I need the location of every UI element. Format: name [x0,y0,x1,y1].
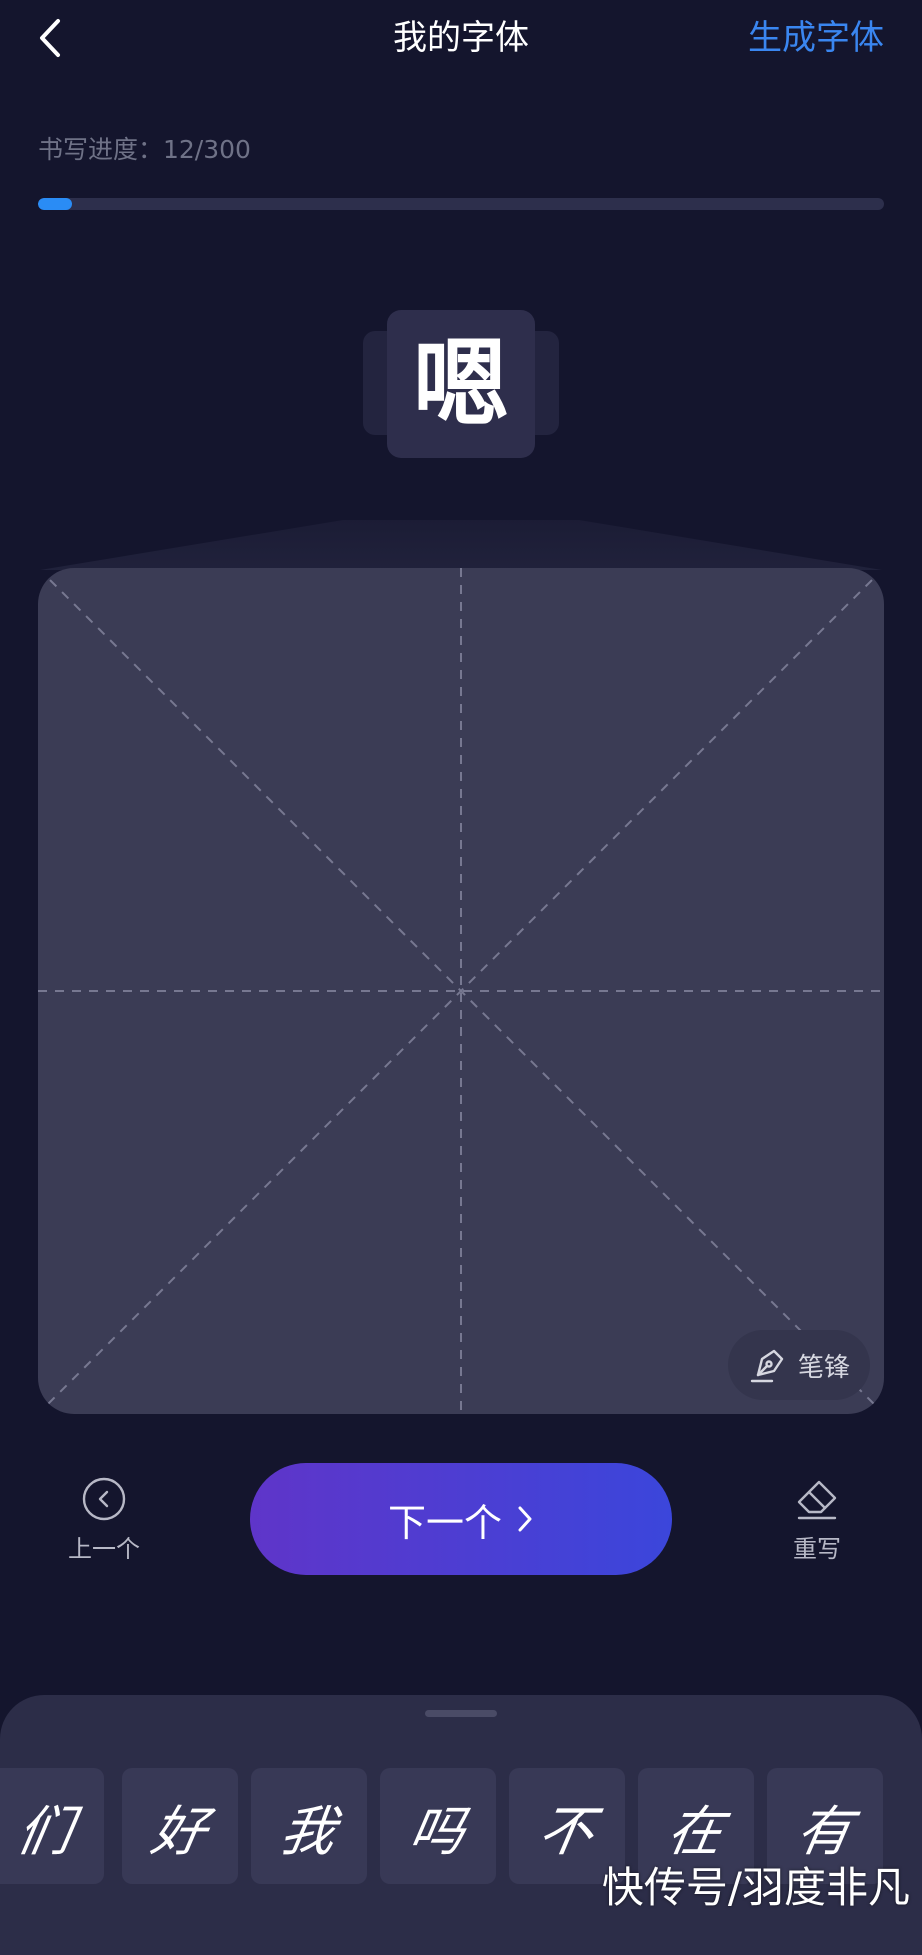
written-char-tile[interactable]: 我 [251,1768,367,1884]
written-char-tile[interactable]: 好 [122,1768,238,1884]
rewrite-label: 重写 [793,1535,841,1563]
previous-char-label: 上一个 [68,1535,140,1563]
written-char: 有 [791,1799,857,1863]
previous-char-button[interactable]: 上一个 [58,1476,150,1564]
next-char-label: 下一个 [387,1500,502,1545]
writing-pad[interactable]: 笔锋 [38,568,884,1414]
circle-chevron-left-icon [82,1477,126,1521]
pen-stroke-toggle[interactable]: 笔锋 [728,1330,870,1400]
written-char-tile[interactable]: 们 [0,1768,104,1884]
eraser-icon [797,1480,837,1520]
written-char: 好 [146,1799,212,1863]
written-char: 们 [12,1799,78,1863]
progress-label: 书写进度：12/300 [38,135,251,164]
written-char: 在 [662,1799,728,1863]
next-char-button[interactable]: 下一个 [250,1463,672,1575]
generate-font-button[interactable]: 生成字体 [748,14,884,62]
written-char-tile[interactable]: 吗 [380,1768,496,1884]
current-char-glyph: 嗯 [413,328,509,440]
written-char: 我 [275,1799,341,1863]
watermark-text: 快传号/羽度非凡 [601,1863,910,1912]
header-bar: 我的字体 生成字体 [0,0,922,80]
chevron-right-icon [518,1506,532,1532]
progress-bar [38,198,884,210]
pad-glow [40,520,882,570]
written-char: 吗 [404,1799,470,1863]
pad-grid-lines [38,568,884,1414]
pen-stroke-label: 笔锋 [797,1352,850,1383]
rewrite-button[interactable]: 重写 [774,1476,860,1564]
written-char: 不 [533,1799,599,1863]
pen-nib-icon [750,1349,784,1383]
current-char-card: 嗯 [387,310,535,458]
progress-bar-fill [38,198,72,210]
sheet-drag-handle[interactable] [425,1710,497,1717]
